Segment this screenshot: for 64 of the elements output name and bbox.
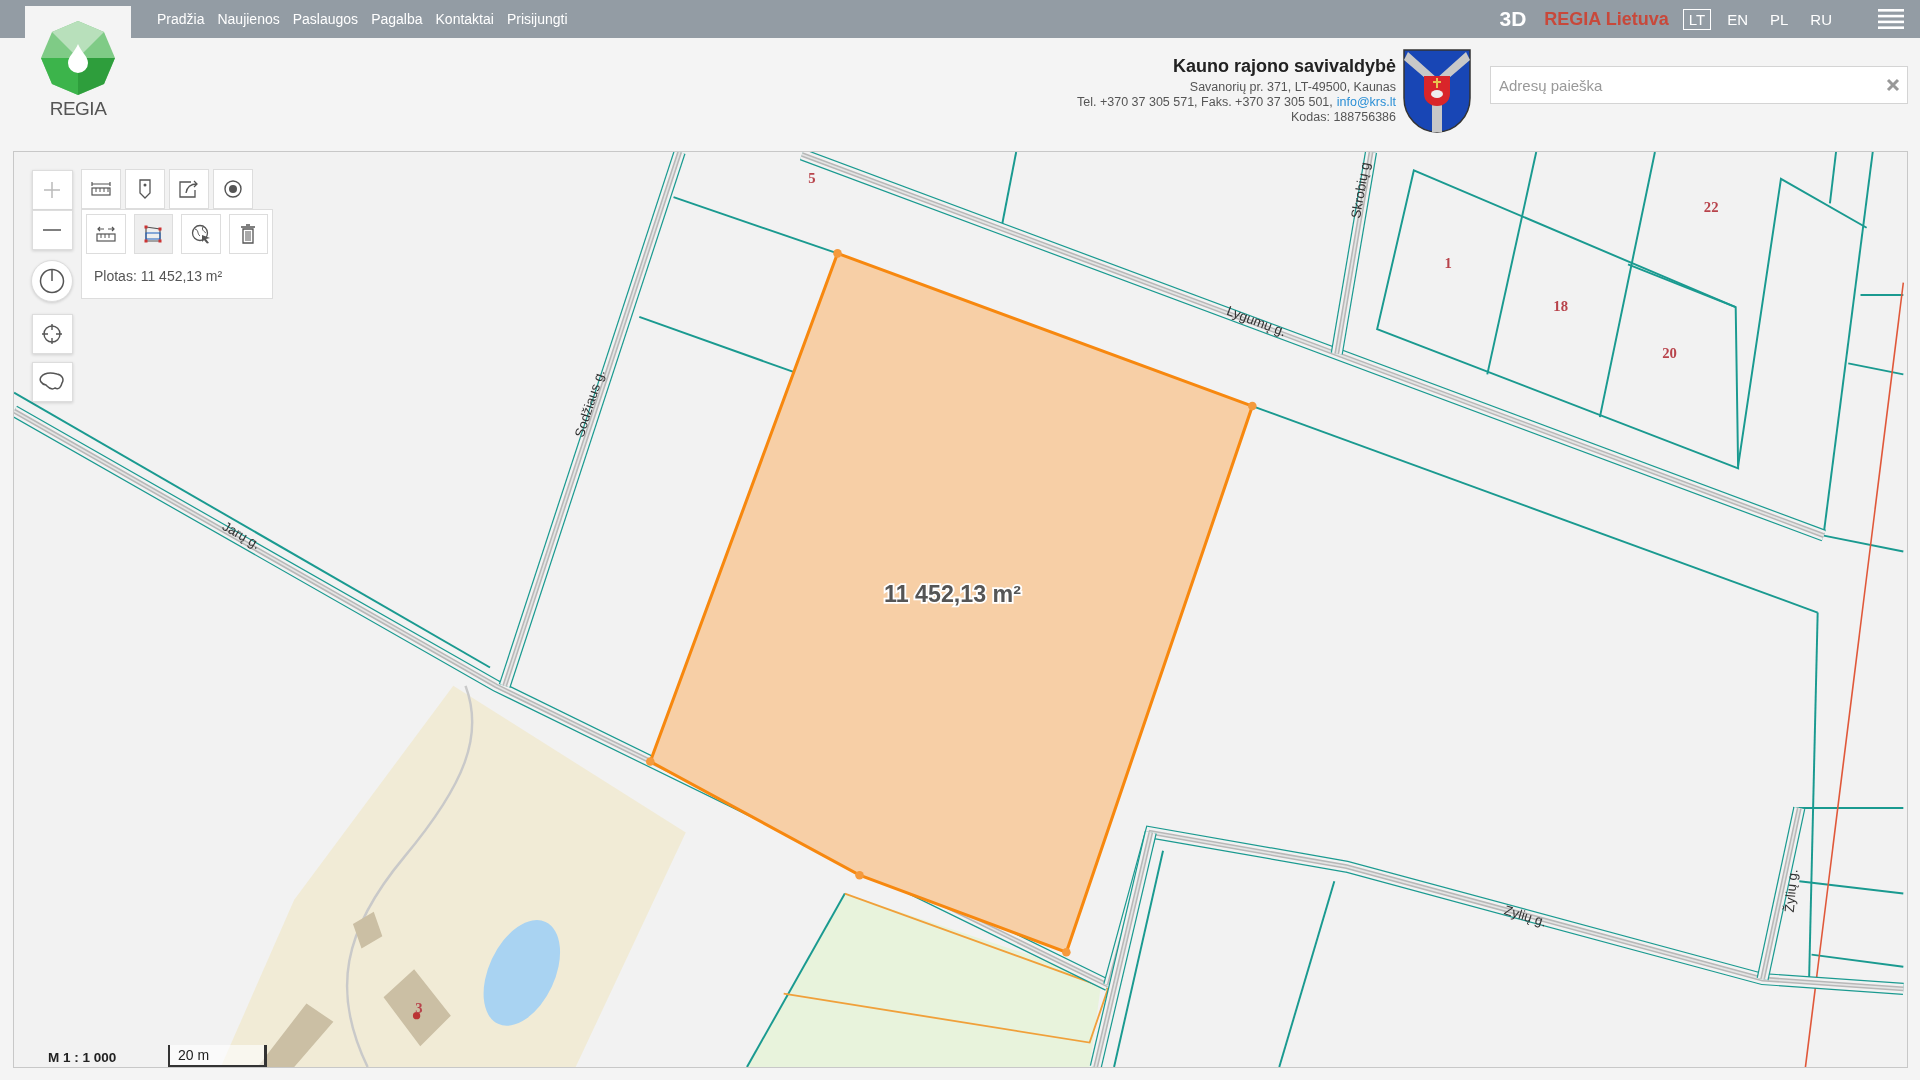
crosshair-icon [42,324,62,344]
street-label: Jarų g. [219,518,263,553]
area-label: 11 452,13 m² [884,580,1021,607]
parcel-number: 22 [1703,198,1719,215]
nav-link[interactable]: Paslaugos [292,11,359,27]
pin-icon [138,179,152,199]
measure-tool-button[interactable] [228,214,268,254]
target-icon [224,180,242,198]
country-extent-button[interactable] [31,362,73,402]
country-outline-icon [39,371,65,393]
globe-cursor-icon [190,224,211,244]
vertex-handle[interactable] [855,870,864,880]
parcel-number: 18 [1553,297,1569,314]
plus-icon [43,181,61,199]
municipality-code: Kodas: 188756386 [1291,110,1396,125]
parcel-number: 3 [415,1000,423,1017]
brand-link[interactable]: REGIA Lietuva [1544,8,1669,30]
parcel-number: 5 [808,169,816,186]
vertex-handle[interactable] [646,757,655,766]
area-icon [143,224,164,244]
tool-button[interactable] [169,169,209,209]
coat-of-arms-icon [1402,48,1472,134]
power-icon [39,268,65,294]
language-link[interactable]: PL [1763,8,1795,30]
nav-link[interactable]: Kontaktai [435,11,494,27]
logo-text: REGIA [49,98,107,120]
tool-button[interactable] [213,169,253,209]
ruler-icon [91,182,111,196]
municipality-address: Savanorių pr. 371, LT-49500, Kaunas [1189,80,1396,95]
language-link[interactable]: LT [1682,8,1712,30]
municipality-contacts: Tel. +370 37 305 571, Faks. +370 37 305 501, [1077,95,1333,110]
locate-button[interactable] [31,314,73,354]
parcel-number: 1 [1444,255,1452,272]
tool-button[interactable] [125,169,165,209]
street-label: Žylių g. [1781,868,1801,913]
language-link[interactable]: EN [1721,8,1754,30]
municipality-name: Kauno rajono savivaldybė [1172,56,1396,77]
street-label: Skrobių g [1348,161,1373,220]
area-result: Plotas: 11 452,13 m² [93,268,224,284]
power-button[interactable] [31,260,73,302]
vertex-handle[interactable] [833,249,842,258]
trash-icon [240,224,257,244]
share-icon [179,180,199,198]
language-link[interactable]: RU [1804,8,1838,30]
nav-link[interactable]: Pagalba [371,11,423,27]
distance-icon [95,226,116,242]
street-label: Zylių g. [1502,902,1549,930]
parcel-number: 20 [1662,345,1677,362]
scale-bar: 20 m [168,1045,267,1067]
nav-link[interactable]: Naujienos [217,11,280,27]
minus-icon [43,228,61,232]
nav-link[interactable]: Prisijungti [506,11,568,27]
measure-tool-button[interactable] [181,214,221,254]
3d-mode-link[interactable]: 3D [1499,7,1527,31]
zoom-out-button[interactable] [31,210,73,250]
email-link[interactable]: info@krs.lt [1336,95,1396,110]
clear-icon[interactable] [1886,78,1900,92]
regia-logo-icon [40,20,116,96]
vertex-handle[interactable] [1248,401,1257,411]
measure-tool-button[interactable] [133,214,173,254]
address-search-field[interactable]: Adresų paieška [1490,66,1908,104]
menu-icon[interactable] [1878,9,1904,29]
nav-link[interactable]: Pradžia [157,11,205,27]
vertex-handle[interactable] [1062,947,1071,957]
